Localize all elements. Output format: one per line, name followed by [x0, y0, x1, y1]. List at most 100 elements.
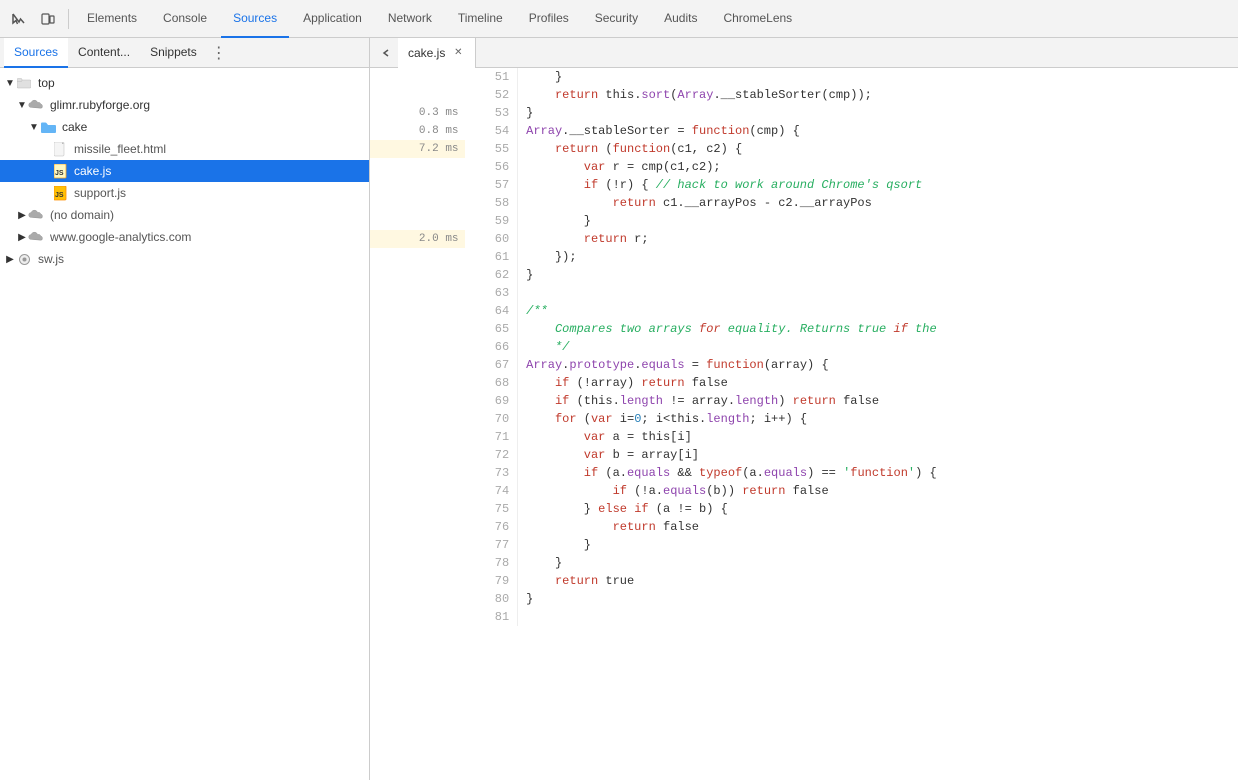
- device-icon[interactable]: [34, 5, 62, 33]
- line-timing: [370, 590, 465, 608]
- tab-chromelens[interactable]: ChromeLens: [711, 0, 804, 38]
- tree-item-missile-fleet[interactable]: missile_fleet.html: [0, 138, 369, 160]
- line-number: 77: [465, 536, 518, 554]
- line-timing: [370, 86, 465, 104]
- line-timing: [370, 212, 465, 230]
- tree-item-cake-folder[interactable]: ▼ cake: [0, 116, 369, 138]
- more-tabs-button[interactable]: ⋮: [207, 41, 231, 65]
- svg-text:JS: JS: [55, 192, 64, 199]
- main-area: Sources Content... Snippets ⋮ ▼: [0, 38, 1238, 780]
- table-row: 61 });: [370, 248, 1238, 266]
- line-code: return true: [518, 572, 1238, 590]
- line-code: }: [518, 536, 1238, 554]
- line-timing: 0.8 ms: [370, 122, 465, 140]
- line-timing: [370, 392, 465, 410]
- line-timing: [370, 248, 465, 266]
- table-row: 71 var a = this[i]: [370, 428, 1238, 446]
- line-number: 60: [465, 230, 518, 248]
- table-row: 51 }: [370, 68, 1238, 86]
- line-number: 56: [465, 158, 518, 176]
- line-timing: [370, 284, 465, 302]
- sec-tab-snippets[interactable]: Snippets: [140, 38, 207, 68]
- table-row: 80}: [370, 590, 1238, 608]
- line-timing: [370, 194, 465, 212]
- line-timing: 7.2 ms: [370, 140, 465, 158]
- line-timing: [370, 608, 465, 626]
- line-code: for (var i=0; i<this.length; i++) {: [518, 410, 1238, 428]
- line-code: [518, 608, 1238, 626]
- tree-item-sw-js[interactable]: ▶ sw.js: [0, 248, 369, 270]
- tab-sources[interactable]: Sources: [221, 0, 289, 38]
- toolbar-separator: [68, 9, 69, 29]
- tree-label-missile-fleet: missile_fleet.html: [74, 142, 166, 156]
- file-tree: ▼ top ▼ glimr.rubyforge.or: [0, 68, 369, 780]
- line-code: }: [518, 266, 1238, 284]
- line-number: 75: [465, 500, 518, 518]
- js-yellow-file-icon: JS: [52, 185, 68, 201]
- line-timing: [370, 428, 465, 446]
- line-timing: [370, 356, 465, 374]
- line-number: 63: [465, 284, 518, 302]
- tree-arrow-google-analytics: ▶: [16, 232, 28, 243]
- sec-tab-sources[interactable]: Sources: [4, 38, 68, 68]
- table-row: 67Array.prototype.equals = function(arra…: [370, 356, 1238, 374]
- line-code: });: [518, 248, 1238, 266]
- tree-item-no-domain[interactable]: ▶ (no domain): [0, 204, 369, 226]
- tree-item-cake-js[interactable]: JS cake.js: [0, 160, 369, 182]
- line-timing: [370, 554, 465, 572]
- tree-item-top[interactable]: ▼ top: [0, 72, 369, 94]
- line-number: 74: [465, 482, 518, 500]
- line-code: var r = cmp(c1,c2);: [518, 158, 1238, 176]
- table-row: 62}: [370, 266, 1238, 284]
- main-toolbar: Elements Console Sources Application Net…: [0, 0, 1238, 38]
- tab-console[interactable]: Console: [151, 0, 219, 38]
- table-row: 72 var b = array[i]: [370, 446, 1238, 464]
- line-number: 66: [465, 338, 518, 356]
- secondary-tabs: Sources Content... Snippets ⋮: [0, 38, 369, 68]
- table-row: 69 if (this.length != array.length) retu…: [370, 392, 1238, 410]
- editor-tabs: cake.js ✕: [370, 38, 1238, 68]
- line-code: }: [518, 590, 1238, 608]
- tree-label-no-domain: (no domain): [50, 208, 114, 222]
- tab-audits[interactable]: Audits: [652, 0, 709, 38]
- line-timing: [370, 518, 465, 536]
- table-row: 57 if (!r) { // hack to work around Chro…: [370, 176, 1238, 194]
- tree-item-google-analytics[interactable]: ▶ www.google-analytics.com: [0, 226, 369, 248]
- line-number: 80: [465, 590, 518, 608]
- navigate-back-button[interactable]: [374, 41, 398, 65]
- tab-elements[interactable]: Elements: [75, 0, 149, 38]
- table-row: 73 if (a.equals && typeof(a.equals) == '…: [370, 464, 1238, 482]
- line-number: 81: [465, 608, 518, 626]
- line-timing: [370, 464, 465, 482]
- tab-security[interactable]: Security: [583, 0, 650, 38]
- tab-application[interactable]: Application: [291, 0, 374, 38]
- cloud-icon-nodomain: [28, 207, 44, 223]
- tree-label-sw-js: sw.js: [38, 252, 64, 266]
- line-timing: [370, 320, 465, 338]
- html-file-icon: [52, 141, 68, 157]
- table-row: 68 if (!array) return false: [370, 374, 1238, 392]
- line-number: 72: [465, 446, 518, 464]
- tab-profiles[interactable]: Profiles: [517, 0, 581, 38]
- tree-item-glimr[interactable]: ▼ glimr.rubyforge.org: [0, 94, 369, 116]
- line-timing: [370, 410, 465, 428]
- line-timing: [370, 374, 465, 392]
- tree-item-support-js[interactable]: JS support.js: [0, 182, 369, 204]
- table-row: 0.8 ms54Array.__stableSorter = function(…: [370, 122, 1238, 140]
- table-row: 7.2 ms55 return (function(c1, c2) {: [370, 140, 1238, 158]
- table-row: 70 for (var i=0; i<this.length; i++) {: [370, 410, 1238, 428]
- line-code: }: [518, 554, 1238, 572]
- line-timing: [370, 446, 465, 464]
- line-code: return false: [518, 518, 1238, 536]
- close-tab-button[interactable]: ✕: [451, 46, 465, 60]
- code-area[interactable]: 51 }52 return this.sort(Array.__stableSo…: [370, 68, 1238, 780]
- editor-tab-cake-js[interactable]: cake.js ✕: [398, 38, 476, 68]
- tab-timeline[interactable]: Timeline: [446, 0, 515, 38]
- sec-tab-content[interactable]: Content...: [68, 38, 140, 68]
- tab-network[interactable]: Network: [376, 0, 444, 38]
- line-code: [518, 284, 1238, 302]
- cursor-icon[interactable]: [4, 5, 32, 33]
- tree-label-cake-js: cake.js: [74, 164, 111, 178]
- line-code: }: [518, 68, 1238, 86]
- code-table: 51 }52 return this.sort(Array.__stableSo…: [370, 68, 1238, 626]
